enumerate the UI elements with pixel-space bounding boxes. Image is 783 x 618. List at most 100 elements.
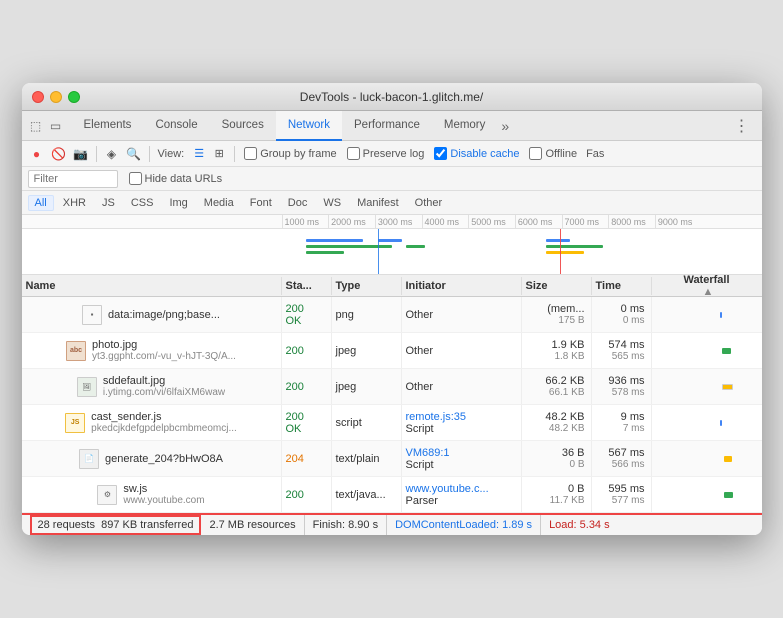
cell-time-2: 574 ms 565 ms [592,333,652,368]
preserve-log-checkbox[interactable] [347,147,360,160]
hide-data-urls-label[interactable]: Hide data URLs [129,172,223,185]
initiator-link-6[interactable]: www.youtube.c... [406,483,517,495]
cell-name-5: 📄 generate_204?bHwO8A [22,441,282,476]
type-img[interactable]: Img [162,195,194,211]
cell-size-3: 66.2 KB 66.1 KB [522,369,592,404]
minimize-button[interactable] [50,91,62,103]
table-row[interactable]: ⚙ sw.js www.youtube.com 200 text/java...… [22,477,762,513]
file-icon-1: ▪ [82,305,102,325]
group-by-frame-label[interactable]: Group by frame [244,147,336,160]
type-font[interactable]: Font [243,195,279,211]
wf-bar-3 [722,384,733,390]
chart-bar-8 [546,251,584,254]
name-text-3: sddefault.jpg i.ytimg.com/vi/6lfaiXM6waw [103,375,225,398]
view-list-button[interactable]: ☰ [190,145,208,163]
preserve-log-label[interactable]: Preserve log [347,147,425,160]
cell-status-2: 200 [282,333,332,368]
table-row[interactable]: 🖼 sddefault.jpg i.ytimg.com/vi/6lfaiXM6w… [22,369,762,405]
wf-bar-1 [720,312,722,318]
wf-bar-6 [724,492,733,498]
name-text-2: photo.jpg yt3.ggpht.com/-vu_v-hJT-3Q/A..… [92,339,236,362]
cell-name-4: JS cast_sender.js pkedcjkdefgpdelpbcmbme… [22,405,282,440]
dcl-line [378,229,379,275]
cell-initiator-6: www.youtube.c... Parser [402,477,522,512]
ruler-4000: 4000 ms [422,215,469,229]
table-row[interactable]: ▪ data:image/png;base... 200 OK png Othe… [22,297,762,333]
toolbar-separator-3 [234,146,235,162]
table-row[interactable]: abc photo.jpg yt3.ggpht.com/-vu_v-hJT-3Q… [22,333,762,369]
cell-initiator-5: VM689:1 Script [402,441,522,476]
filter-button[interactable]: ◈ [103,145,121,163]
tab-sources[interactable]: Sources [210,111,276,141]
search-button[interactable]: 🔍 [125,145,143,163]
cell-name-1: ▪ data:image/png;base... [22,297,282,332]
record-button[interactable]: ● [28,145,46,163]
cell-initiator-3: Other [402,369,522,404]
more-tabs-button[interactable]: » [501,118,509,134]
table-row[interactable]: 📄 generate_204?bHwO8A 204 text/plain VM6… [22,441,762,477]
type-ws[interactable]: WS [316,195,348,211]
tab-performance[interactable]: Performance [342,111,432,141]
view-label: View: [158,148,185,160]
table-row[interactable]: JS cast_sender.js pkedcjkdefgpdelpbcmbme… [22,405,762,441]
type-manifest[interactable]: Manifest [350,195,406,211]
hide-data-urls-checkbox[interactable] [129,172,142,185]
name-text-6: sw.js www.youtube.com [123,483,204,506]
group-by-frame-checkbox[interactable] [244,147,257,160]
wf-bar-2 [722,348,731,354]
type-xhr[interactable]: XHR [56,195,93,211]
screenshot-button[interactable]: 📷 [72,145,90,163]
type-other[interactable]: Other [408,195,450,211]
device-icon[interactable]: ▭ [48,118,64,134]
ruler-1000: 1000 ms [282,215,329,229]
initiator-link-5[interactable]: VM689:1 [406,447,517,459]
offline-label[interactable]: Offline [529,147,577,160]
chart-bar-5 [406,245,425,248]
cell-size-5: 36 B 0 B [522,441,592,476]
cell-name-3: 🖼 sddefault.jpg i.ytimg.com/vi/6lfaiXM6w… [22,369,282,404]
disable-cache-checkbox[interactable] [434,147,447,160]
ruler-6000: 6000 ms [515,215,562,229]
tab-console[interactable]: Console [143,111,209,141]
cell-waterfall-3 [652,369,762,404]
offline-checkbox[interactable] [529,147,542,160]
col-header-waterfall: Waterfall ▲ [652,275,762,301]
devtools-window: DevTools - luck-bacon-1.glitch.me/ ⬚ ▭ E… [22,83,762,535]
ruler-3000: 3000 ms [375,215,422,229]
tab-network[interactable]: Network [276,111,342,141]
type-css[interactable]: CSS [124,195,161,211]
ruler-2000: 2000 ms [328,215,375,229]
wf-bar-4 [720,420,722,426]
cell-status-1: 200 OK [282,297,332,332]
view-grid-button[interactable]: ⊞ [210,145,228,163]
cell-size-4: 48.2 KB 48.2 KB [522,405,592,440]
initiator-link-4[interactable]: remote.js:35 [406,411,517,423]
window-title: DevTools - luck-bacon-1.glitch.me/ [300,90,483,104]
toolbar-separator-2 [149,146,150,162]
disable-cache-label[interactable]: Disable cache [434,147,519,160]
maximize-button[interactable] [68,91,80,103]
load-section: Load: 5.34 s [541,515,618,535]
close-button[interactable] [32,91,44,103]
tab-memory[interactable]: Memory [432,111,498,141]
cell-initiator-1: Other [402,297,522,332]
cell-time-1: 0 ms 0 ms [592,297,652,332]
inspect-icon[interactable]: ⬚ [28,118,44,134]
sort-icon: ▲ [703,286,714,298]
requests-section: 28 requests 897 KB transferred [30,515,202,535]
clear-button[interactable]: 🚫 [50,145,68,163]
type-media[interactable]: Media [197,195,241,211]
cell-time-3: 936 ms 578 ms [592,369,652,404]
type-all[interactable]: All [28,195,54,211]
cell-type-4: script [332,405,402,440]
devtools-menu-button[interactable]: ⋮ [728,116,756,136]
filter-input[interactable] [28,170,118,188]
overview-chart [282,229,762,275]
name-text-4: cast_sender.js pkedcjkdefgpdelpbcmbmeomc… [91,411,237,434]
cell-name-2: abc photo.jpg yt3.ggpht.com/-vu_v-hJT-3Q… [22,333,282,368]
type-js[interactable]: JS [95,195,122,211]
waterfall-overview: 1000 ms 2000 ms 3000 ms 4000 ms 5000 ms … [22,215,762,275]
status-bar: 28 requests 897 KB transferred 2.7 MB re… [22,513,762,535]
tab-elements[interactable]: Elements [72,111,144,141]
type-doc[interactable]: Doc [281,195,315,211]
